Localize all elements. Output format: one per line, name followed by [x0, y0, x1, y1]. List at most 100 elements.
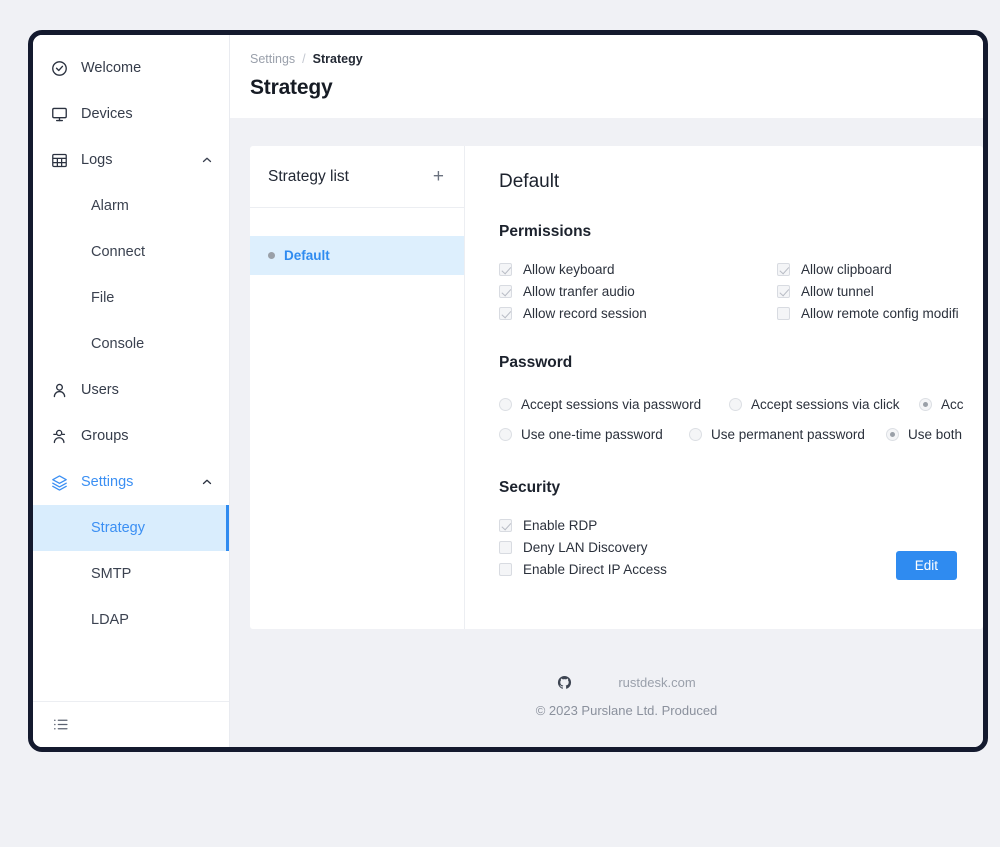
sidebar-item-logs[interactable]: Logs	[33, 137, 229, 183]
radio-icon[interactable]	[499, 427, 512, 441]
add-strategy-button[interactable]: +	[433, 167, 444, 186]
checkbox-icon[interactable]	[499, 518, 512, 532]
sidebar-item-console[interactable]: Console	[33, 321, 229, 367]
checkbox-icon[interactable]	[777, 284, 790, 298]
strategy-detail-panel: Default Permissions Allow keyboard Allow…	[465, 146, 983, 629]
sidebar-item-devices[interactable]: Devices	[33, 91, 229, 137]
checkbox-label: Allow tunnel	[801, 283, 874, 299]
sidebar-item-label: Logs	[81, 152, 113, 168]
checkbox-icon[interactable]	[499, 540, 512, 554]
radio-label: Use one-time password	[521, 426, 663, 442]
chevron-up-icon[interactable]	[201, 476, 213, 488]
grid-icon	[51, 152, 68, 169]
edit-button[interactable]: Edit	[895, 551, 957, 580]
sidebar-item-label: Strategy	[91, 520, 145, 536]
checkbox-label: Allow keyboard	[523, 261, 615, 277]
strategy-list-item-default[interactable]: Default	[250, 236, 464, 275]
strategy-list-panel: Strategy list + Default	[250, 146, 465, 629]
checkbox-label: Allow remote config modifi	[801, 305, 959, 321]
permissions-section-title: Permissions	[499, 223, 592, 240]
sidebar-item-label: Groups	[81, 428, 129, 444]
monitor-icon	[51, 106, 68, 123]
sidebar-item-smtp[interactable]: SMTP	[33, 551, 229, 597]
sidebar: Welcome Devices Logs Alarm Connect File …	[33, 35, 230, 747]
app-window: Welcome Devices Logs Alarm Connect File …	[28, 30, 988, 752]
sidebar-footer	[33, 701, 229, 747]
checkbox-allow-tunnel[interactable]: Allow tunnel	[777, 280, 983, 302]
radio-icon[interactable]	[919, 397, 932, 411]
radio-label: Acc	[941, 396, 964, 412]
radio-accept-sessions-via-password[interactable]: Accept sessions via password	[499, 397, 729, 412]
radio-label: Accept sessions via password	[521, 396, 702, 412]
password-section-title: Password	[499, 354, 573, 371]
strategy-list-header: Strategy list +	[250, 146, 464, 208]
radio-label: Accept sessions via click	[751, 396, 900, 412]
breadcrumb: Settings / Strategy	[250, 52, 983, 66]
status-dot	[268, 252, 275, 259]
sidebar-item-settings[interactable]: Settings	[33, 459, 229, 505]
sidebar-item-label: LDAP	[91, 612, 129, 628]
radio-icon[interactable]	[689, 427, 702, 441]
sidebar-item-label: Welcome	[81, 60, 142, 76]
detail-title: Default	[499, 171, 560, 192]
footer-site-link[interactable]: rustdesk.com	[618, 675, 695, 690]
sidebar-item-label: File	[91, 290, 115, 306]
users-icon	[51, 428, 68, 445]
checkbox-icon[interactable]	[499, 284, 512, 298]
checkbox-icon[interactable]	[499, 262, 512, 276]
radio-accept-sessions-via-click[interactable]: Accept sessions via click	[729, 397, 919, 412]
radio-use-permanent-password[interactable]: Use permanent password	[689, 427, 886, 442]
sidebar-item-connect[interactable]: Connect	[33, 229, 229, 275]
checkbox-label: Allow record session	[523, 305, 647, 321]
sidebar-item-groups[interactable]: Groups	[33, 413, 229, 459]
page-title: Strategy	[250, 76, 333, 99]
sidebar-item-label: Alarm	[91, 198, 129, 214]
chevron-up-icon[interactable]	[201, 154, 213, 166]
collapse-sidebar-icon[interactable]	[52, 716, 69, 733]
checkbox-allow-remote-config-modification[interactable]: Allow remote config modifi	[777, 302, 983, 324]
checkbox-allow-record-session[interactable]: Allow record session	[499, 302, 777, 324]
footer-copyright: © 2023 Purslane Ltd. Produced	[535, 703, 718, 718]
checkbox-icon[interactable]	[499, 306, 512, 320]
radio-accept-sessions-via-both[interactable]: Acc	[919, 397, 964, 412]
sidebar-item-strategy[interactable]: Strategy	[33, 505, 229, 551]
checkbox-icon[interactable]	[777, 262, 790, 276]
sidebar-item-welcome[interactable]: Welcome	[33, 45, 229, 91]
page-footer: rustdesk.com © 2023 Purslane Ltd. Produc…	[250, 629, 983, 718]
radio-icon[interactable]	[729, 397, 742, 411]
checkbox-allow-keyboard[interactable]: Allow keyboard	[499, 258, 777, 280]
user-icon	[51, 382, 68, 399]
checkbox-icon[interactable]	[499, 562, 512, 576]
sidebar-item-label: Settings	[81, 474, 134, 490]
permissions-column-2: Allow clipboard Allow tunnel Allow remot…	[777, 258, 983, 324]
breadcrumb-current: Strategy	[312, 52, 363, 66]
content-body: Strategy list + Default Default Permissi…	[230, 118, 983, 747]
security-section-title: Security	[499, 479, 561, 496]
checkbox-label: Enable RDP	[523, 517, 598, 533]
checkbox-allow-clipboard[interactable]: Allow clipboard	[777, 258, 983, 280]
breadcrumb-parent[interactable]: Settings	[250, 52, 295, 66]
strategy-list-title: Strategy list	[268, 167, 349, 185]
strategy-list-spacer	[250, 208, 464, 236]
checkbox-icon[interactable]	[777, 306, 790, 320]
radio-label: Use both	[908, 426, 963, 442]
radio-icon[interactable]	[886, 427, 899, 441]
checkbox-label: Allow clipboard	[801, 261, 892, 277]
radio-use-one-time-password[interactable]: Use one-time password	[499, 427, 689, 442]
sidebar-item-alarm[interactable]: Alarm	[33, 183, 229, 229]
checkbox-label: Enable Direct IP Access	[523, 561, 667, 577]
sidebar-item-file[interactable]: File	[33, 275, 229, 321]
checkbox-allow-transfer-audio[interactable]: Allow tranfer audio	[499, 280, 777, 302]
footer-links: rustdesk.com	[270, 675, 983, 690]
radio-icon[interactable]	[499, 397, 512, 411]
checkbox-enable-rdp[interactable]: Enable RDP	[499, 514, 983, 536]
github-icon[interactable]	[557, 675, 572, 690]
permissions-grid: Allow keyboard Allow tranfer audio Allow…	[499, 258, 983, 324]
sidebar-item-label: Console	[91, 336, 145, 352]
radio-use-both[interactable]: Use both	[886, 427, 962, 442]
strategy-name: Default	[284, 248, 330, 263]
permissions-column-1: Allow keyboard Allow tranfer audio Allow…	[499, 258, 777, 324]
strategy-card: Strategy list + Default Default Permissi…	[250, 146, 983, 629]
sidebar-item-users[interactable]: Users	[33, 367, 229, 413]
sidebar-item-ldap[interactable]: LDAP	[33, 597, 229, 643]
